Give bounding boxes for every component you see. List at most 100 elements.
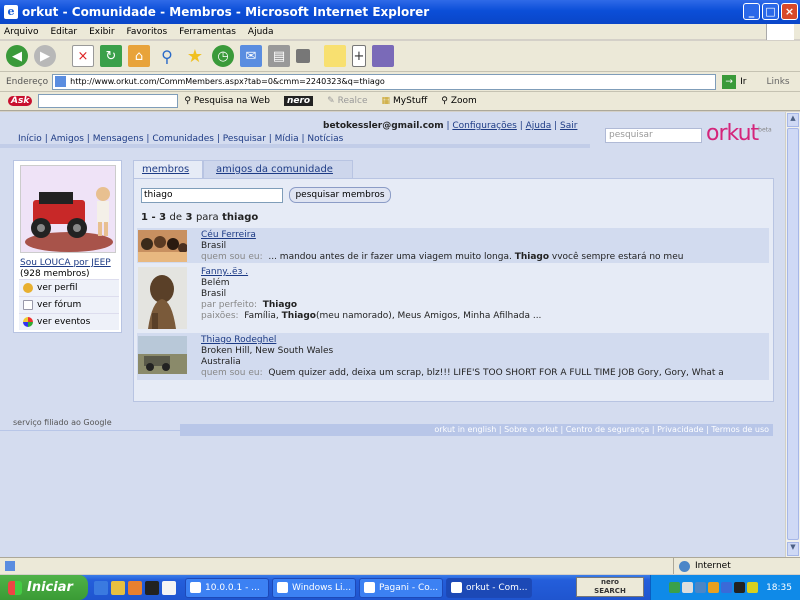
search-members-button[interactable]: pesquisar membros <box>289 187 391 203</box>
security-zone: Internet <box>673 558 731 574</box>
notes-icon[interactable] <box>324 45 346 67</box>
links-label[interactable]: Links <box>767 77 790 87</box>
search-icon[interactable]: ⚲ <box>156 45 178 67</box>
nero-search-sub: SEARCH <box>594 587 626 595</box>
result-range: 1 - 3 <box>141 212 167 223</box>
ver-eventos-link[interactable]: ver eventos <box>19 313 119 330</box>
go-button[interactable]: → Ir <box>722 74 747 89</box>
task-button-4[interactable]: orkut - Com... <box>446 577 532 598</box>
home-icon[interactable]: ⌂ <box>128 45 150 67</box>
tray-icon[interactable] <box>695 582 707 593</box>
vertical-scrollbar[interactable]: ▲ ▼ <box>785 112 800 557</box>
nav-amigos[interactable]: Amigos <box>51 134 84 144</box>
mail-icon[interactable]: ✉ <box>240 45 262 67</box>
community-name-link[interactable]: Sou LOUCA por JEEP <box>20 258 111 269</box>
nav-midia[interactable]: Mídia <box>275 134 299 144</box>
orkut-search-input[interactable]: pesquisar <box>605 128 702 143</box>
member-name-link[interactable]: Thiago Rodeghel <box>201 335 724 346</box>
footer-google: serviço filiado ao Google <box>13 418 112 427</box>
ver-forum-link[interactable]: ver fórum <box>19 296 119 313</box>
orkut-logo[interactable]: orkutbeta <box>706 121 772 146</box>
scroll-down-icon[interactable]: ▼ <box>787 542 799 556</box>
forward-icon[interactable]: ▶ <box>34 45 56 67</box>
member-field-label: quem sou eu: <box>201 252 263 262</box>
nav-noticias[interactable]: Notícias <box>307 134 343 144</box>
desktop-quicklaunch-icon[interactable] <box>162 580 176 595</box>
tray-arrow-icon[interactable] <box>669 582 681 593</box>
mystuff-button[interactable]: ▦ MyStuff <box>382 96 428 106</box>
maximize-button[interactable]: □ <box>762 3 779 20</box>
tray-icon[interactable] <box>734 582 746 593</box>
member-name-link[interactable]: Fanny..ёз . <box>201 267 541 278</box>
member-name-link[interactable]: Céu Ferreira <box>201 230 683 241</box>
address-input[interactable]: http://www.orkut.com/CommMembers.aspx?ta… <box>52 73 717 90</box>
tab-membros[interactable]: membros <box>133 160 203 178</box>
member-city: Broken Hill, New South Wales <box>201 346 334 356</box>
menu-favoritos[interactable]: Favoritos <box>127 27 168 37</box>
menu-exibir[interactable]: Exibir <box>89 27 114 37</box>
print-icon[interactable]: ▤ <box>268 45 290 67</box>
ver-perfil-link[interactable]: ver perfil <box>19 279 119 296</box>
scroll-up-icon[interactable]: ▲ <box>787 113 799 127</box>
menu-ajuda[interactable]: Ajuda <box>248 27 274 37</box>
favorites-icon[interactable]: ★ <box>184 45 206 67</box>
nav-mensagens[interactable]: Mensagens <box>93 134 144 144</box>
refresh-icon[interactable]: ↻ <box>100 45 122 67</box>
member-photo[interactable] <box>138 267 187 329</box>
tab-amigos-da-comunidade[interactable]: amigos da comunidade <box>203 160 353 178</box>
nero-button[interactable]: nero <box>283 96 314 106</box>
task-button-1[interactable]: 10.0.0.1 - ... <box>185 577 269 598</box>
tray-icon[interactable] <box>747 582 759 593</box>
mystuff-label: MyStuff <box>393 96 428 106</box>
ajuda-link[interactable]: Ajuda <box>526 121 552 131</box>
footer-link-privacidade[interactable]: Privacidade <box>657 425 703 434</box>
stop-icon[interactable]: × <box>72 45 94 67</box>
scroll-thumb[interactable] <box>787 128 799 540</box>
nav-pesquisar[interactable]: Pesquisar <box>223 134 266 144</box>
menu-ferramentas[interactable]: Ferramentas <box>179 27 236 37</box>
nav-comunidades[interactable]: Comunidades <box>152 134 214 144</box>
nav-inicio[interactable]: Início <box>18 134 42 144</box>
tray-icon[interactable] <box>708 582 720 593</box>
menu-editar[interactable]: Editar <box>50 27 77 37</box>
member-photo[interactable] <box>138 230 187 262</box>
footer-link-english[interactable]: orkut in english <box>434 425 496 434</box>
footer-link-seguranca[interactable]: Centro de segurança <box>566 425 650 434</box>
nero-search-box[interactable]: nero SEARCH <box>576 577 644 597</box>
back-icon[interactable]: ◀ <box>6 45 28 67</box>
history-icon[interactable]: ◷ <box>212 45 234 67</box>
ask-search-button[interactable]: ⚲ Pesquisa na Web <box>184 96 270 106</box>
community-photo[interactable] <box>20 165 116 253</box>
realce-button[interactable]: ✎ Realce <box>327 96 367 106</box>
configuracoes-link[interactable]: Configurações <box>452 121 516 131</box>
zoom-button[interactable]: ⚲ Zoom <box>441 96 477 106</box>
tray-icon[interactable] <box>682 582 694 593</box>
close-button[interactable]: × <box>781 3 798 20</box>
start-button[interactable]: Iniciar <box>0 575 88 600</box>
page-content: Início | Amigos | Mensagens | Comunidade… <box>0 112 785 557</box>
footer-link-sobre[interactable]: Sobre o orkut <box>504 425 558 434</box>
media-quicklaunch-icon[interactable] <box>128 580 142 595</box>
member-photo[interactable] <box>138 336 187 374</box>
task-button-2[interactable]: Windows Li... <box>272 577 356 598</box>
task-label: orkut - Com... <box>466 582 528 593</box>
member-search-input[interactable]: thiago <box>141 188 283 203</box>
edit-icon[interactable] <box>296 49 310 63</box>
ask-logo[interactable]: Ask <box>8 96 33 106</box>
task-button-3[interactable]: Pagani - Co... <box>359 577 443 598</box>
research-icon[interactable] <box>372 45 394 67</box>
sair-link[interactable]: Sair <box>560 121 577 131</box>
ask-search-input[interactable] <box>38 94 179 108</box>
cmd-quicklaunch-icon[interactable] <box>145 580 159 595</box>
folder-quicklaunch-icon[interactable] <box>111 580 125 595</box>
task-label: Windows Li... <box>292 582 352 593</box>
ie-quicklaunch-icon[interactable] <box>94 580 108 595</box>
member-field-value: Família, <box>244 311 282 321</box>
nero-search-logo: nero <box>601 578 619 586</box>
minimize-button[interactable]: _ <box>743 3 760 20</box>
footer-link-termos[interactable]: Termos de uso <box>711 425 769 434</box>
member-row: Fanny..ёз . Belém Brasil par perfeito: T… <box>137 265 769 331</box>
tray-icon[interactable] <box>721 582 733 593</box>
menu-arquivo[interactable]: Arquivo <box>4 27 38 37</box>
messenger-icon[interactable]: + <box>352 45 366 67</box>
